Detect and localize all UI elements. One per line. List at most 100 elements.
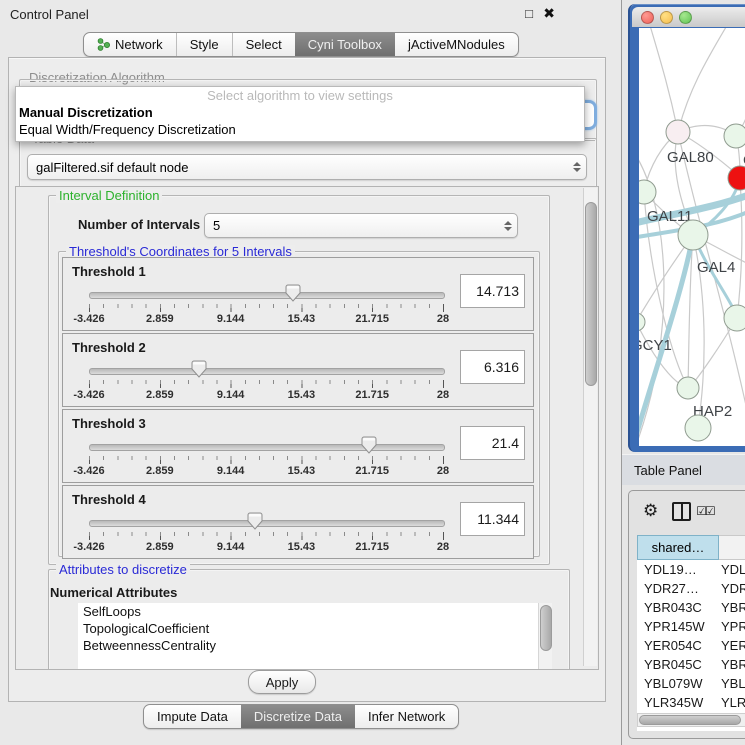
settings-scroll-area: Interval Definition Number of Intervals … (15, 186, 599, 670)
threshold-row-1: Threshold 1-3.4262.8599.14415.4321.71528… (62, 257, 534, 331)
slider-thumb[interactable] (191, 360, 207, 381)
apply-button[interactable]: Apply (248, 670, 316, 694)
cell-shared-name[interactable]: YPR145W (637, 619, 717, 634)
slider-thumb[interactable] (247, 512, 263, 533)
scrollbar-thumb[interactable] (639, 715, 741, 725)
attribute-list-item[interactable]: TopologicalCoefficient (78, 620, 552, 637)
threshold-label: Threshold 2 (72, 340, 146, 355)
zoom-traffic-light-icon[interactable] (679, 11, 692, 24)
cell-shared-name[interactable]: YDL19… (637, 562, 717, 577)
cell-shared-name[interactable]: YBR043C (637, 600, 717, 615)
cell-name[interactable]: YBR0 (717, 600, 745, 615)
scrollbar-thumb[interactable] (540, 605, 552, 651)
cell-name[interactable]: YLR3 (717, 695, 745, 710)
cell-shared-name[interactable]: YBL079W (637, 676, 717, 691)
float-window-icon[interactable]: □ (525, 6, 533, 21)
tab-jactivemnodules[interactable]: jActiveMNodules (395, 33, 518, 56)
table-row[interactable]: YLR345WYLR3 (637, 693, 745, 712)
gear-icon[interactable]: ⚙ (643, 501, 658, 521)
cell-name[interactable]: YDR2 (717, 581, 745, 596)
network-graph[interactable]: GAL80GCGAL11GAL4GCY1HHAP2 (639, 28, 745, 446)
slider-track[interactable] (89, 292, 445, 299)
network-node[interactable] (639, 313, 645, 331)
network-edge[interactable] (649, 28, 678, 132)
threshold-value-field[interactable]: 6.316 (460, 350, 525, 384)
threshold-slider[interactable]: -3.4262.8599.14415.4321.71528 (89, 362, 443, 402)
slider-track[interactable] (89, 444, 445, 451)
cell-name[interactable]: YER0 (717, 638, 745, 653)
network-window-titlebar[interactable] (632, 7, 745, 27)
tab-impute-data[interactable]: Impute Data (144, 705, 241, 728)
scrollbar-thumb[interactable] (585, 202, 597, 386)
tick-label: 21.715 (355, 541, 389, 553)
cell-name[interactable]: YPR1 (717, 619, 745, 634)
table-panel-window[interactable]: ⚙ ☑☑ shared… na YDL19…YDL1YDR27…YDR2YBR0… (628, 490, 745, 739)
split-view-icon[interactable] (672, 502, 691, 521)
network-edge[interactable] (678, 28, 729, 132)
network-node[interactable] (724, 305, 745, 331)
node-table[interactable]: shared… na YDL19…YDL1YDR27…YDR2YBR043CYB… (637, 535, 745, 731)
attributes-title: Attributes to discretize (56, 563, 190, 577)
table-row[interactable]: YDR27…YDR2 (637, 579, 745, 598)
tab-cyni-toolbox[interactable]: Cyni Toolbox (295, 33, 395, 56)
table-row[interactable]: YBR045CYBR0 (637, 655, 745, 674)
table-horizontal-scrollbar[interactable] (637, 713, 745, 727)
column-header-shared-name[interactable]: shared… (637, 535, 719, 560)
cell-shared-name[interactable]: YBR045C (637, 657, 717, 672)
network-node[interactable] (666, 120, 690, 144)
network-canvas[interactable]: GAL80GCGAL11GAL4GCY1HHAP2 (639, 28, 745, 446)
network-node[interactable] (724, 124, 745, 148)
cell-shared-name[interactable]: YLR345W (637, 695, 717, 710)
tab-style[interactable]: Style (176, 33, 232, 56)
network-view-window[interactable]: GAL80GCGAL11GAL4GCY1HHAP2 (628, 4, 745, 452)
threshold-slider[interactable]: -3.4262.8599.14415.4321.71528 (89, 286, 443, 326)
threshold-slider[interactable]: -3.4262.8599.14415.4321.71528 (89, 514, 443, 554)
algorithm-option-manual[interactable]: Manual Discretization (16, 104, 584, 121)
minimize-traffic-light-icon[interactable] (660, 11, 673, 24)
network-node[interactable] (678, 220, 708, 250)
tab-network[interactable]: Network (84, 33, 176, 56)
attribute-list-item[interactable]: SelfLoops (78, 603, 552, 620)
table-data-combobox[interactable]: galFiltered.sif default node (27, 154, 587, 180)
cell-shared-name[interactable]: YDR27… (637, 581, 717, 596)
tab-discretize-data[interactable]: Discretize Data (241, 705, 355, 728)
network-node[interactable] (685, 415, 711, 441)
table-row[interactable]: YER054CYER0 (637, 636, 745, 655)
network-node[interactable] (728, 166, 745, 190)
cell-name[interactable]: YDL1 (717, 562, 745, 577)
slider-thumb[interactable] (361, 436, 377, 457)
close-traffic-light-icon[interactable] (641, 11, 654, 24)
attribute-list-item[interactable]: BetweennessCentrality (78, 637, 552, 654)
apply-button-label: Apply (266, 675, 299, 690)
threshold-value-field[interactable]: 14.713 (460, 274, 525, 308)
slider-track[interactable] (89, 520, 445, 527)
tab-select-label: Select (246, 37, 282, 52)
threshold-value-field[interactable]: 21.4 (460, 426, 525, 460)
column-header-name[interactable]: na (719, 535, 745, 560)
number-of-intervals-combobox[interactable]: 5 (204, 213, 518, 238)
close-icon[interactable]: ✖ (543, 5, 555, 22)
cell-name[interactable]: YBL0 (717, 676, 745, 691)
numerical-attributes-list[interactable]: SelfLoopsTopologicalCoefficientBetweenne… (78, 603, 552, 669)
cell-shared-name[interactable]: YER054C (637, 638, 717, 653)
tab-infer-network[interactable]: Infer Network (355, 705, 458, 728)
tick-label: 9.144 (217, 389, 245, 401)
checkbox-columns-icon[interactable]: ☑☑ (696, 504, 714, 518)
attributes-list-scrollbar[interactable] (538, 603, 552, 669)
tab-select[interactable]: Select (232, 33, 295, 56)
table-row[interactable]: YBL079WYBL0 (637, 674, 745, 693)
slider-tick-labels: -3.4262.8599.14415.4321.71528 (89, 541, 443, 553)
table-row[interactable]: YPR145WYPR1 (637, 617, 745, 636)
tick-label: 15.43 (288, 541, 316, 553)
tick-label: -3.426 (73, 465, 104, 477)
threshold-slider[interactable]: -3.4262.8599.14415.4321.71528 (89, 438, 443, 478)
slider-track[interactable] (89, 368, 445, 375)
network-node[interactable] (677, 377, 699, 399)
table-row[interactable]: YBR043CYBR0 (637, 598, 745, 617)
table-row[interactable]: YDL19…YDL1 (637, 560, 745, 579)
cell-name[interactable]: YBR0 (717, 657, 745, 672)
settings-vertical-scrollbar[interactable] (583, 188, 597, 666)
threshold-value-field[interactable]: 11.344 (460, 502, 525, 536)
algorithm-option-equal-width[interactable]: Equal Width/Frequency Discretization (16, 121, 584, 138)
slider-thumb[interactable] (285, 284, 301, 305)
